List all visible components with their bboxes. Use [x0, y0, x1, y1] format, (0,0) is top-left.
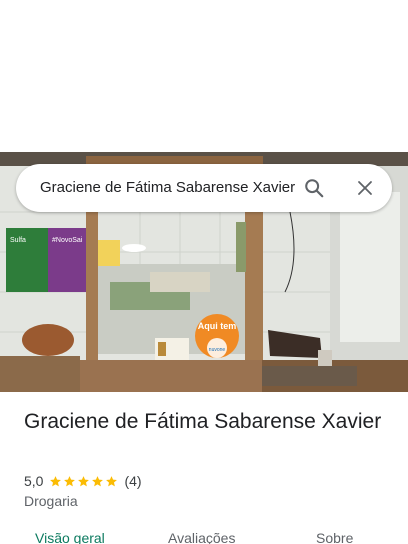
star-icon — [50, 475, 62, 486]
search-icon — [305, 179, 324, 198]
star-icon — [78, 475, 90, 486]
clear-search-button[interactable] — [349, 172, 381, 204]
tab-about[interactable]: Sobre — [316, 530, 353, 544]
close-icon — [358, 181, 372, 195]
review-count: (4) — [124, 473, 142, 489]
search-input[interactable]: Graciene de Fátima Sabarense Xavier — [40, 164, 306, 212]
tab-overview[interactable]: Visão geral — [35, 530, 105, 544]
star-icon — [92, 475, 104, 486]
search-bar[interactable]: Graciene de Fátima Sabarense Xavier — [16, 164, 392, 212]
poster-hashtag-text: #NovoSai — [52, 237, 83, 244]
place-details-screen: #NovoSai Sulfa Aqui tem nuvone Graciene … — [0, 0, 408, 544]
rating-value: 5,0 — [24, 473, 44, 489]
place-tabs: Visão geral Avaliações Sobre — [0, 530, 408, 544]
poster-left-text: Sulfa — [10, 237, 26, 244]
sign-text: Aqui tem — [198, 321, 237, 331]
rating-row[interactable]: 5,0 (4) — [24, 472, 142, 490]
star-icon — [106, 475, 118, 486]
sign-brand-text: nuvone — [209, 347, 226, 353]
search-button[interactable] — [298, 172, 330, 204]
star-icon — [64, 475, 76, 486]
tab-reviews[interactable]: Avaliações — [168, 530, 235, 544]
map-area — [0, 0, 408, 152]
star-rating — [49, 475, 119, 488]
place-category: Drogaria — [24, 493, 78, 509]
place-info-panel: Graciene de Fátima Sabarense Xavier 5,0 … — [0, 392, 408, 544]
place-title: Graciene de Fátima Sabarense Xavier — [24, 410, 382, 433]
